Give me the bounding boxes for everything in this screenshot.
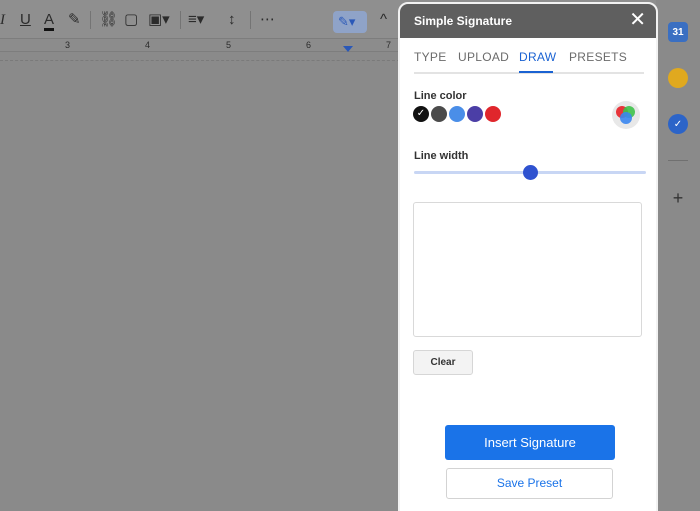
keep-icon[interactable] bbox=[668, 68, 688, 88]
check-icon: ✓ bbox=[416, 108, 426, 119]
signature-draw-canvas[interactable] bbox=[413, 202, 642, 337]
color-picker-icon bbox=[616, 106, 635, 124]
side-panel-rail: 31 ✓ + bbox=[656, 0, 700, 511]
highlight-icon[interactable]: ✎ bbox=[68, 10, 81, 30]
tab-draw[interactable]: DRAW bbox=[519, 50, 556, 64]
rail-divider bbox=[668, 160, 688, 161]
ruler-number: 7 bbox=[386, 40, 392, 50]
line-width-slider[interactable] bbox=[414, 163, 646, 183]
clear-button[interactable]: Clear bbox=[413, 350, 473, 375]
color-swatch[interactable]: ✓ bbox=[413, 106, 429, 122]
color-swatch[interactable] bbox=[431, 106, 447, 122]
panel-header: Simple Signature ✕ bbox=[400, 4, 656, 38]
pen-icon: ✎▾ bbox=[338, 14, 356, 29]
ruler-number: 6 bbox=[306, 40, 312, 50]
comment-icon[interactable]: ▢ bbox=[124, 10, 138, 30]
toolbar-divider bbox=[250, 11, 251, 29]
insert-signature-button[interactable]: Insert Signature bbox=[445, 425, 615, 460]
image-icon[interactable]: ▣▾ bbox=[148, 10, 170, 30]
underline-icon[interactable]: U bbox=[20, 10, 31, 30]
add-icon[interactable]: + bbox=[668, 188, 688, 208]
tasks-icon[interactable]: ✓ bbox=[668, 114, 688, 134]
color-swatch[interactable] bbox=[449, 106, 465, 122]
more-icon[interactable]: ⋯ bbox=[260, 10, 275, 30]
color-picker-button[interactable] bbox=[612, 101, 640, 129]
italic-icon[interactable]: I bbox=[0, 10, 5, 30]
line-width-label: Line width bbox=[414, 150, 469, 162]
color-swatch[interactable] bbox=[467, 106, 483, 122]
text-color-icon[interactable]: A bbox=[44, 10, 55, 31]
editing-mode-button[interactable]: ✎▾ bbox=[333, 11, 367, 33]
active-tab-indicator bbox=[519, 71, 553, 73]
save-preset-button[interactable]: Save Preset bbox=[446, 468, 613, 499]
line-color-label: Line color bbox=[414, 90, 467, 102]
tab-presets[interactable]: PRESETS bbox=[569, 50, 627, 64]
line-spacing-icon[interactable]: ↕ bbox=[228, 10, 236, 30]
link-icon[interactable]: ⛓ bbox=[99, 10, 118, 30]
close-icon[interactable]: ✕ bbox=[629, 9, 646, 31]
tab-bar: TYPE UPLOAD DRAW PRESETS bbox=[414, 42, 644, 74]
tab-type[interactable]: TYPE bbox=[414, 50, 447, 64]
panel-title: Simple Signature bbox=[414, 14, 513, 28]
ruler-number: 4 bbox=[145, 40, 151, 50]
calendar-icon[interactable]: 31 bbox=[668, 22, 688, 42]
ruler-number: 3 bbox=[65, 40, 71, 50]
toolbar-divider bbox=[180, 11, 181, 29]
color-swatch[interactable] bbox=[485, 106, 501, 122]
toolbar-divider bbox=[90, 11, 91, 29]
slider-thumb[interactable] bbox=[523, 165, 538, 180]
tab-upload[interactable]: UPLOAD bbox=[458, 50, 509, 64]
document-canvas[interactable] bbox=[0, 52, 400, 511]
ruler-number: 5 bbox=[226, 40, 232, 50]
align-icon[interactable]: ≡▾ bbox=[188, 10, 204, 30]
collapse-icon[interactable]: ^ bbox=[380, 10, 387, 30]
page-margin-line bbox=[0, 60, 400, 61]
